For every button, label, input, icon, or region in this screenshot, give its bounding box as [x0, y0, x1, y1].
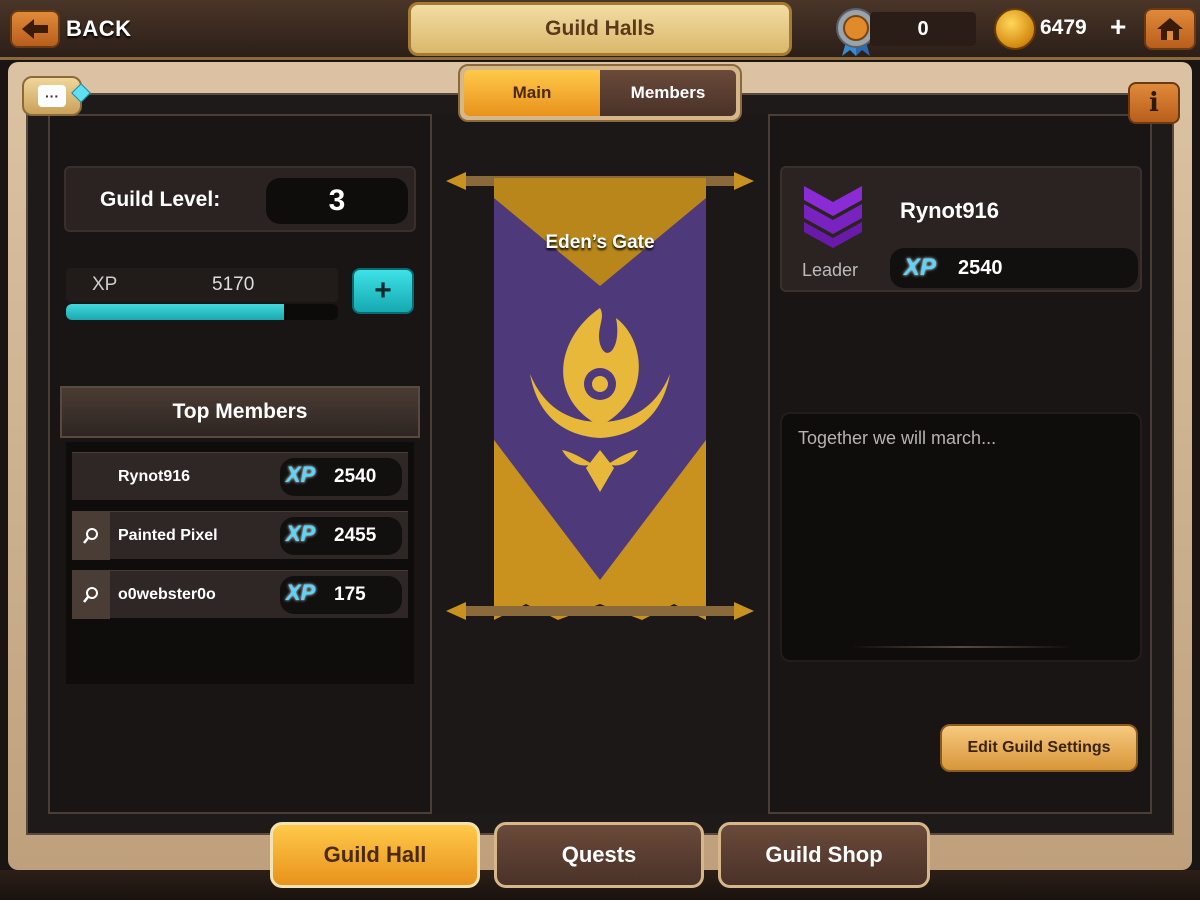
guild-motto: Together we will march... [780, 412, 1142, 662]
chat-button[interactable]: ··· [22, 76, 82, 116]
edit-guild-settings-button[interactable]: Edit Guild Settings [940, 724, 1138, 772]
xp-progress-bar [66, 304, 338, 320]
member-name: Painted Pixel [118, 527, 218, 544]
member-name: o0webster0o [118, 586, 216, 603]
leader-name: Rynot916 [900, 198, 1000, 223]
leader-role: Leader [802, 260, 859, 280]
motto-text: Together we will march... [798, 428, 997, 448]
back-label[interactable]: BACK [66, 16, 132, 42]
inspect-member-button[interactable] [72, 512, 110, 560]
member-xp: XP 2455 [280, 517, 402, 555]
home-icon [1157, 18, 1183, 40]
chat-icon: ··· [38, 85, 66, 107]
tab-members[interactable]: Members [600, 70, 736, 116]
inspect-member-button[interactable] [72, 571, 110, 619]
info-button[interactable]: i [1128, 82, 1180, 124]
member-xp: XP 2540 [280, 458, 402, 496]
top-members-title: Top Members [172, 400, 308, 423]
member-xp: XP 175 [280, 576, 402, 614]
list-item[interactable]: Rynot916 XP 2540 [72, 452, 408, 500]
badge-count-value: 0 [917, 17, 929, 40]
top-members-header: Top Members [60, 386, 420, 438]
guild-name: Eden’s Gate [545, 232, 655, 253]
nav-guild-hall[interactable]: Guild Hall [270, 822, 480, 888]
back-button[interactable] [10, 10, 60, 48]
xp-badge-icon: XP [904, 254, 937, 281]
page-title: Guild Halls [408, 2, 792, 56]
leader-xp: XP 2540 [890, 248, 1138, 288]
arrow-left-icon [22, 19, 48, 39]
divider [852, 646, 1072, 648]
guild-level-value: 3 [266, 178, 408, 224]
add-xp-button[interactable]: + [352, 268, 414, 314]
add-coins-button[interactable]: + [1110, 12, 1126, 42]
member-xp-value: 2455 [334, 525, 377, 546]
coin-icon [994, 8, 1036, 50]
list-item[interactable]: Painted Pixel XP 2455 [72, 511, 408, 560]
leader-card: Rynot916 Leader XP 2540 [780, 166, 1142, 292]
magnifier-icon [83, 587, 98, 603]
member-xp-value: 2540 [334, 466, 377, 487]
tab-main[interactable]: Main [464, 70, 600, 116]
guild-level-box: Guild Level: 3 [64, 166, 416, 232]
xp-label-row: XP 5170 [66, 268, 338, 302]
xp-badge-icon: XP [286, 580, 316, 605]
top-members-list: Rynot916 XP 2540 Painted Pixel XP 2455 o… [66, 442, 414, 684]
xp-value: 5170 [212, 274, 255, 295]
xp-label: XP [92, 274, 118, 295]
home-button[interactable] [1144, 8, 1196, 50]
leader-xp-value: 2540 [958, 257, 1003, 279]
xp-progress-fill [66, 304, 284, 320]
guild-xp: XP 5170 [66, 268, 340, 322]
xp-badge-icon: XP [286, 462, 316, 487]
chevron-rank-icon [804, 186, 862, 248]
guild-level-label: Guild Level: [100, 188, 221, 211]
nav-guild-shop[interactable]: Guild Shop [718, 822, 930, 888]
xp-badge-icon: XP [286, 521, 316, 546]
view-tabs: Main Members [458, 64, 742, 122]
nav-quests[interactable]: Quests [494, 822, 704, 888]
badge-count: 0 [870, 12, 976, 46]
magnifier-icon [83, 528, 98, 544]
member-name: Rynot916 [118, 468, 191, 485]
coin-balance: 6479 [1040, 16, 1087, 39]
list-item[interactable]: o0webster0o XP 175 [72, 570, 408, 619]
page-title-text: Guild Halls [545, 17, 655, 40]
member-xp-value: 175 [334, 584, 366, 605]
info-icon: i [1149, 88, 1159, 118]
